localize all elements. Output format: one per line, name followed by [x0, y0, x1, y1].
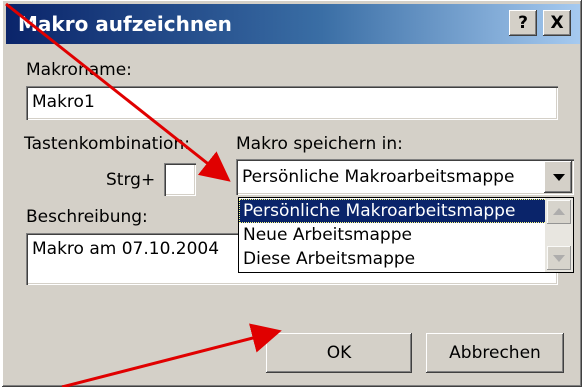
description-value: Makro am 07.10.2004 [32, 239, 220, 259]
shortcut-key-input[interactable] [164, 163, 196, 196]
close-button[interactable]: X [543, 10, 571, 36]
ok-button[interactable]: OK [266, 333, 412, 373]
store-in-dropdown-list[interactable]: Persönliche Makroarbeitsmappe Neue Arbei… [238, 197, 574, 273]
dropdown-scrollbar[interactable] [545, 198, 573, 272]
macro-name-label: Makroname: [26, 60, 132, 80]
macro-name-input[interactable]: Makro1 [26, 86, 558, 120]
chevron-down-icon[interactable] [544, 161, 572, 193]
shortcut-label: Tastenkombination: [24, 134, 190, 154]
cancel-button[interactable]: Abbrechen [426, 333, 564, 373]
help-button[interactable]: ? [509, 10, 537, 36]
store-in-label: Makro speichern in: [236, 134, 403, 154]
scroll-up-icon[interactable] [547, 200, 571, 224]
dropdown-option[interactable]: Neue Arbeitsmappe [239, 223, 547, 247]
scroll-down-icon[interactable] [547, 246, 571, 270]
description-label: Beschreibung: [26, 207, 148, 227]
window-title: Makro aufzeichnen [18, 12, 232, 36]
store-in-combobox[interactable]: Persönliche Makroarbeitsmappe [236, 159, 574, 195]
macro-name-value: Makro1 [32, 92, 95, 112]
dropdown-option[interactable]: Diese Arbeitsmappe [239, 247, 547, 271]
record-macro-dialog: Makro aufzeichnen ? X Makroname: Makro1 … [2, 0, 582, 387]
dropdown-option[interactable]: Persönliche Makroarbeitsmappe [239, 199, 547, 223]
shortcut-prefix-label: Strg+ [106, 170, 156, 190]
title-bar[interactable]: Makro aufzeichnen ? X [6, 4, 580, 44]
store-in-selected-value: Persönliche Makroarbeitsmappe [242, 167, 515, 187]
